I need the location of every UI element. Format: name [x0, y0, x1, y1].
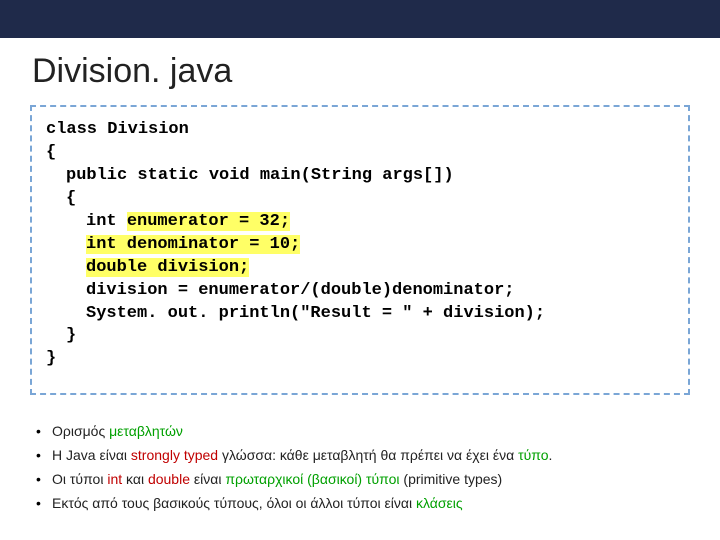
list-item: Ορισμός μεταβλητών — [30, 421, 690, 442]
code-line: int denominator = 10; — [46, 234, 674, 257]
keyword: int — [107, 471, 122, 487]
code-line: int enumerator = 32; — [46, 211, 674, 234]
code-line: class Division — [46, 119, 674, 142]
text: και — [122, 471, 148, 487]
top-bar — [0, 0, 720, 38]
text: Οι τύποι — [52, 471, 107, 487]
keyword: πρωταρχικοί (βασικοί) τύποι — [225, 471, 399, 487]
text: είναι — [190, 471, 225, 487]
keyword: double — [148, 471, 190, 487]
slide-title: Division. java — [32, 52, 690, 91]
highlight: double division; — [86, 258, 249, 277]
code-block: class Division { public static void main… — [30, 105, 690, 395]
list-item: Η Java είναι strongly typed γλώσσα: κάθε… — [30, 445, 690, 466]
code-line: division = enumerator/(double)denominato… — [46, 280, 674, 303]
keyword: κλάσεις — [416, 495, 463, 511]
bullet-list: Ορισμός μεταβλητών Η Java είναι strongly… — [30, 421, 690, 514]
code-line: public static void main(String args[]) — [46, 165, 674, 188]
text: Ορισμός — [52, 423, 109, 439]
highlight: int denominator = 10; — [86, 235, 300, 254]
text: Εκτός από τους βασικούς τύπους, όλοι οι … — [52, 495, 416, 511]
code-line: } — [46, 348, 674, 371]
list-item: Οι τύποι int και double είναι πρωταρχικο… — [30, 469, 690, 490]
code-line: { — [46, 142, 674, 165]
list-item: Εκτός από τους βασικούς τύπους, όλοι οι … — [30, 493, 690, 514]
text: γλώσσα: κάθε μεταβλητή θα πρέπει να έχει… — [218, 447, 518, 463]
text: (primitive types) — [400, 471, 503, 487]
keyword: τύπο — [518, 447, 548, 463]
text: Η Java είναι — [52, 447, 131, 463]
slide-content: Division. java class Division { public s… — [0, 38, 720, 514]
keyword: μεταβλητών — [109, 423, 183, 439]
code-line: { — [46, 188, 674, 211]
code-text: int — [86, 212, 127, 231]
text: . — [549, 447, 553, 463]
highlight: enumerator = 32; — [127, 212, 290, 231]
code-line: System. out. println("Result = " + divis… — [46, 303, 674, 326]
code-line: double division; — [46, 257, 674, 280]
keyword: strongly typed — [131, 447, 218, 463]
code-line: } — [46, 325, 674, 348]
